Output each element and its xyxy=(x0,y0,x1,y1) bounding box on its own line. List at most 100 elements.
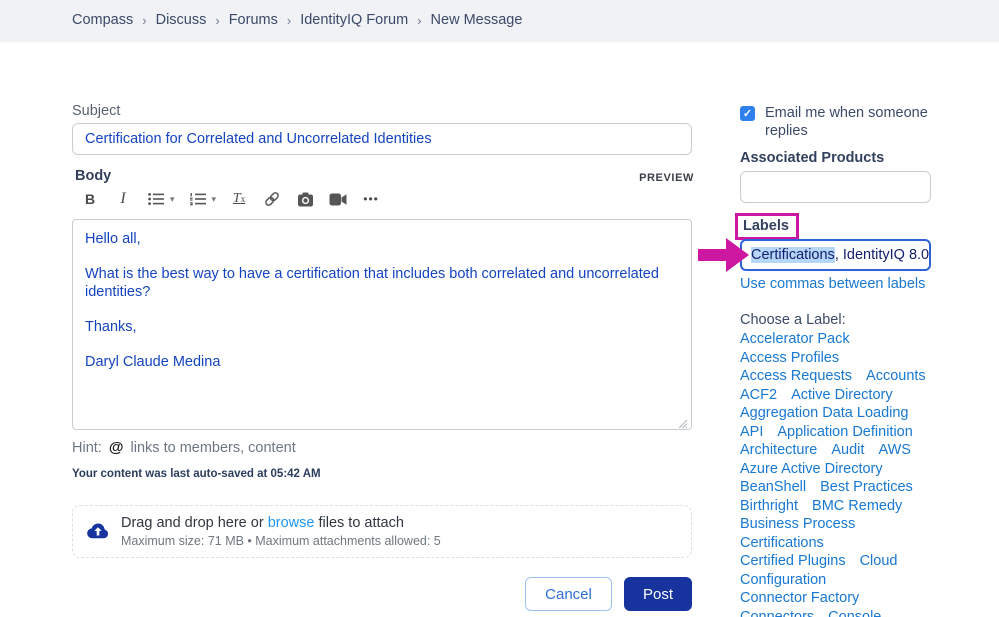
label-link[interactable]: Birthright xyxy=(740,498,798,514)
breadcrumb-separator: › xyxy=(417,13,421,28)
attachment-limits: Maximum size: 71 MB • Maximum attachment… xyxy=(121,534,441,548)
annotation-arrow-tail xyxy=(698,249,727,261)
attach-text-pre: Drag and drop here or xyxy=(121,515,264,531)
preview-toggle[interactable]: PREVIEW xyxy=(639,172,694,184)
subject-input[interactable] xyxy=(72,123,692,155)
label-link[interactable]: Connector Factory xyxy=(740,590,859,606)
label-row: Certified Plugins Cloud xyxy=(740,552,970,571)
label-row: BeanShell Best Practices xyxy=(740,478,970,497)
label-link[interactable]: Cloud xyxy=(860,553,898,569)
attachment-dropzone[interactable]: Drag and drop here or browse files to at… xyxy=(72,505,692,558)
email-reply-label: Email me when someone replies xyxy=(765,104,936,140)
breadcrumb-item[interactable]: New Message xyxy=(431,12,523,28)
attach-text-post: files to attach xyxy=(318,515,403,531)
label-row: Certifications xyxy=(740,534,970,553)
label-link[interactable]: Accounts xyxy=(866,368,926,384)
choose-label-title: Choose a Label: xyxy=(740,312,846,328)
numbered-list-caret-icon[interactable]: ▾ xyxy=(212,194,217,205)
label-link[interactable]: Aggregation Data Loading xyxy=(740,405,909,421)
labels-input[interactable]: Certifications, IdentityIQ 8.0 xyxy=(740,239,931,271)
hint-text: links to members, content xyxy=(131,440,296,456)
more-options-icon[interactable]: ••• xyxy=(361,188,381,210)
bold-icon[interactable]: B xyxy=(80,188,100,210)
label-link[interactable]: API xyxy=(740,424,763,440)
label-link[interactable]: Certified Plugins xyxy=(740,553,846,569)
bulleted-list-caret-icon[interactable]: ▾ xyxy=(170,194,175,205)
form-actions: Cancel Post xyxy=(72,577,692,611)
email-reply-checkbox[interactable]: ✓ xyxy=(740,106,755,121)
label-link[interactable]: Audit xyxy=(831,442,864,458)
editor-toolbar: B I ▾ ▾ Tx xyxy=(80,188,394,210)
italic-icon[interactable]: I xyxy=(113,188,133,210)
label-row: Architecture Audit AWS xyxy=(740,441,970,460)
breadcrumb-separator: › xyxy=(287,13,291,28)
breadcrumb-item[interactable]: Discuss xyxy=(156,12,207,28)
clear-formatting-x: x xyxy=(241,194,246,204)
label-link[interactable]: Accelerator Pack xyxy=(740,331,850,347)
label-row: Access Requests Accounts xyxy=(740,367,970,386)
label-row: Business Process xyxy=(740,515,970,534)
label-link[interactable]: Connectors xyxy=(740,609,814,617)
label-link[interactable]: Azure Active Directory xyxy=(740,461,883,477)
label-link[interactable]: Best Practices xyxy=(820,479,913,495)
labels-selected-text: Certifications xyxy=(751,247,835,263)
label-row: API Application Definition xyxy=(740,423,970,442)
new-message-page: Compass › Discuss › Forums › IdentityIQ Forum ›… xyxy=(0,0,999,617)
label-row: Connectors Console xyxy=(740,608,970,617)
browse-link[interactable]: browse xyxy=(268,515,315,531)
post-button[interactable]: Post xyxy=(624,577,692,611)
label-link[interactable]: ACF2 xyxy=(740,387,777,403)
labels-label: Labels xyxy=(743,218,789,234)
insert-photo-icon[interactable] xyxy=(295,188,315,210)
insert-video-icon[interactable] xyxy=(328,188,348,210)
label-link[interactable]: Access Requests xyxy=(740,368,852,384)
bulleted-list-icon[interactable] xyxy=(146,188,166,210)
insert-link-icon[interactable] xyxy=(262,188,282,210)
breadcrumb-separator: › xyxy=(142,13,146,28)
body-editor[interactable]: Hello all, What is the best way to have a… xyxy=(72,219,692,430)
body-paragraph: What is the best way to have a certifica… xyxy=(85,265,679,301)
hint-label: Hint: xyxy=(72,440,102,456)
labels-rest-text: , IdentityIQ 8.0 xyxy=(835,247,929,263)
at-mention-icon: @ xyxy=(109,439,124,456)
label-list: Accelerator PackAccess ProfilesAccess Re… xyxy=(740,330,970,617)
label-link[interactable]: Business Process xyxy=(740,516,855,532)
label-link[interactable]: BeanShell xyxy=(740,479,806,495)
associated-products-label: Associated Products xyxy=(740,150,884,166)
cancel-button[interactable]: Cancel xyxy=(525,577,612,611)
label-row: Birthright BMC Remedy xyxy=(740,497,970,516)
label-row: Aggregation Data Loading xyxy=(740,404,970,423)
label-row: Accelerator Pack xyxy=(740,330,970,349)
resize-handle[interactable] xyxy=(678,416,688,426)
numbered-list-icon[interactable] xyxy=(188,188,208,210)
attachment-instruction: Drag and drop here or browse files to at… xyxy=(121,515,441,531)
clear-formatting-icon[interactable]: Tx xyxy=(229,188,249,210)
breadcrumb-separator: › xyxy=(215,13,219,28)
label-link[interactable]: BMC Remedy xyxy=(812,498,902,514)
body-paragraph: Daryl Claude Medina xyxy=(85,353,679,371)
subject-label: Subject xyxy=(72,103,120,119)
cloud-upload-icon xyxy=(85,519,111,545)
label-row: Connector Factory xyxy=(740,589,970,608)
label-link[interactable]: Architecture xyxy=(740,442,817,458)
label-link[interactable]: Certifications xyxy=(740,535,824,551)
labels-annotation-box: Labels xyxy=(735,213,799,240)
label-link[interactable]: Active Directory xyxy=(791,387,893,403)
label-link[interactable]: Console xyxy=(828,609,881,617)
label-link[interactable]: Configuration xyxy=(740,572,826,588)
clear-formatting-t: T xyxy=(233,191,241,207)
label-link[interactable]: AWS xyxy=(878,442,911,458)
body-label: Body xyxy=(75,168,111,184)
breadcrumb-item[interactable]: Compass xyxy=(72,12,133,28)
labels-hint: Use commas between labels xyxy=(740,276,925,292)
label-row: Configuration xyxy=(740,571,970,590)
breadcrumb: Compass › Discuss › Forums › IdentityIQ Forum ›… xyxy=(72,12,522,28)
body-paragraph: Hello all, xyxy=(85,230,679,248)
label-link[interactable]: Application Definition xyxy=(777,424,912,440)
breadcrumb-item[interactable]: Forums xyxy=(229,12,278,28)
breadcrumb-item[interactable]: IdentityIQ Forum xyxy=(300,12,408,28)
breadcrumb-bar: Compass › Discuss › Forums › IdentityIQ Forum ›… xyxy=(0,0,999,42)
autosave-status: Your content was last auto-saved at 05:4… xyxy=(72,468,321,480)
associated-products-input[interactable] xyxy=(740,171,931,203)
label-link[interactable]: Access Profiles xyxy=(740,350,839,366)
